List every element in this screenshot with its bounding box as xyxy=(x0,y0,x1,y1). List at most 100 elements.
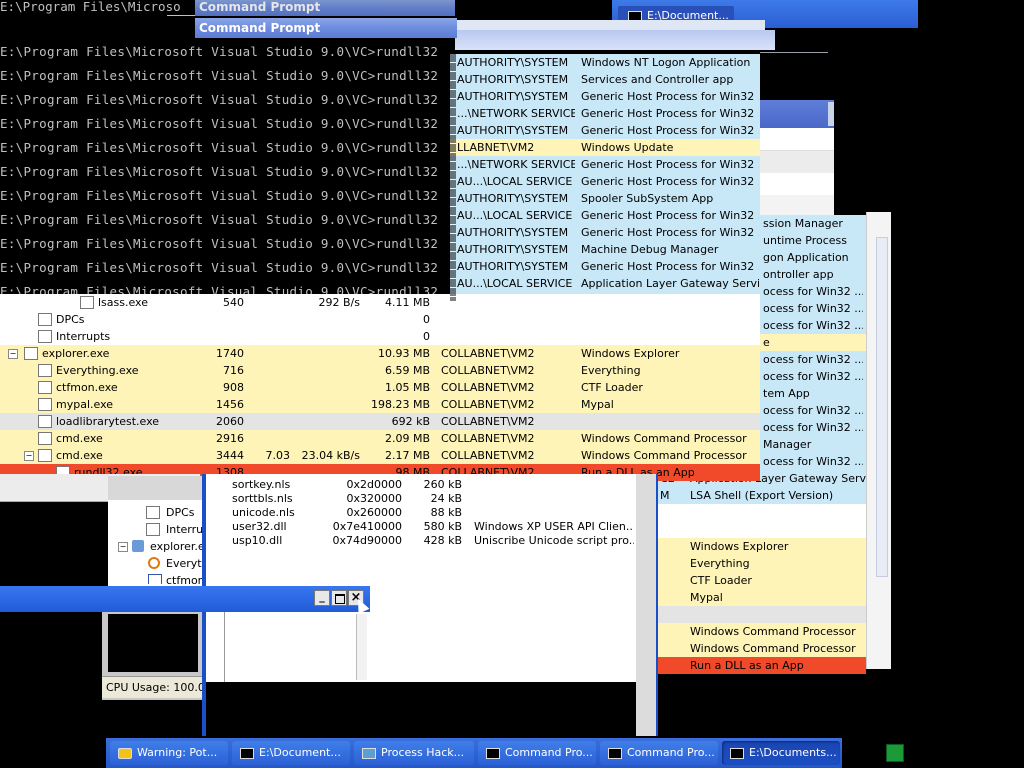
service-row[interactable]: e xyxy=(760,334,866,351)
service-row[interactable]: AUTHORITY\SYSTEM Generic Host Process for… xyxy=(450,122,760,139)
process-row[interactable]: Everything.exe 716 6.59 MB COLLABNET\VM2 Eve… xyxy=(0,362,760,379)
tree-item[interactable]: DPCs xyxy=(108,504,204,521)
process-row[interactable]: Everything xyxy=(658,555,866,572)
service-row[interactable]: AUTHORITY\SYSTEM Services and Controller … xyxy=(450,71,760,88)
process-row[interactable] xyxy=(658,521,866,538)
service-row[interactable]: ocess for Win32 ... xyxy=(760,300,866,317)
module-row[interactable]: usp10.dll 0x74d90000 428 kB Uniscribe Unico… xyxy=(206,534,636,548)
process-row[interactable]: DPCs 0 xyxy=(0,311,760,328)
taskbar-button[interactable]: Warning: Pot... xyxy=(110,741,228,765)
user-cell: ...\NETWORK SERVICE xyxy=(457,158,575,171)
module-row[interactable]: unicode.nls 0x260000 88 kB xyxy=(206,506,636,520)
process-row[interactable]: Windows Command Processor xyxy=(658,623,866,640)
process-row[interactable]: M LSA Shell (Export Version) xyxy=(658,487,866,504)
service-row[interactable]: ocess for Win32 ... xyxy=(760,419,866,436)
module-size: 580 kB xyxy=(423,520,462,533)
collapse-icon[interactable]: − xyxy=(8,349,18,359)
console-underline xyxy=(167,15,195,16)
service-row[interactable]: AUTHORITY\SYSTEM Spooler SubSystem App xyxy=(450,190,760,207)
process-row[interactable]: Run a DLL as an App xyxy=(658,657,866,674)
description-cell: gon Application xyxy=(763,251,849,264)
service-row[interactable]: LLABNET\VM2 Windows Update xyxy=(450,139,760,156)
process-row[interactable]: mypal.exe 1456 198.23 MB COLLABNET\VM2 Mypal xyxy=(0,396,760,413)
service-row[interactable]: ...\NETWORK SERVICE Generic Host Process … xyxy=(450,105,760,122)
service-row[interactable]: Manager xyxy=(760,436,866,453)
module-row[interactable]: sortkey.nls 0x2d0000 260 kB xyxy=(206,478,636,492)
back-window-scroll-button[interactable] xyxy=(828,102,834,126)
process-icon xyxy=(38,330,52,343)
tray-app-icon[interactable] xyxy=(886,744,904,762)
service-row[interactable]: AUTHORITY\SYSTEM Windows NT Logon Applica… xyxy=(450,54,760,71)
service-row[interactable]: ocess for Win32 ... xyxy=(760,453,866,470)
service-row[interactable]: ocess for Win32 ... xyxy=(760,317,866,334)
service-row[interactable]: gon Application xyxy=(760,249,866,266)
process-row[interactable]: cmd.exe 2916 2.09 MB COLLABNET\VM2 Windows C… xyxy=(0,430,760,447)
process-row[interactable] xyxy=(658,606,866,623)
minimize-button[interactable]: _ xyxy=(314,590,330,606)
service-row[interactable]: AU...\LOCAL SERVICE Generic Host Process … xyxy=(450,207,760,224)
process-row[interactable]: Windows Explorer xyxy=(658,538,866,555)
interrupts-icon xyxy=(146,523,160,536)
tree-item[interactable]: ctfmon xyxy=(108,572,204,584)
module-row[interactable]: user32.dll 0x7e410000 580 kB Windows XP USE… xyxy=(206,520,636,534)
description-cell: Spooler SubSystem App xyxy=(581,192,714,205)
process-row[interactable] xyxy=(658,504,866,521)
process-name: cmd.exe xyxy=(56,432,103,445)
console-title-ghost-top[interactable]: Command Prompt xyxy=(195,0,455,16)
tree-item[interactable]: Everyt xyxy=(108,555,204,572)
service-row[interactable]: AU...\LOCAL SERVICE Generic Host Process … xyxy=(450,173,760,190)
console-titlebar[interactable]: Command Prompt xyxy=(195,18,457,38)
process-row[interactable]: CTF Loader xyxy=(658,572,866,589)
right-scrollbar[interactable] xyxy=(876,237,888,577)
warning-icon xyxy=(118,747,132,759)
process-row[interactable]: ctfmon.exe 908 1.05 MB COLLABNET\VM2 CTF Loa… xyxy=(0,379,760,396)
process-row[interactable]: loadlibrarytest.exe 2060 692 kB COLLABNET\V… xyxy=(0,413,760,430)
dialog-scrollbar[interactable] xyxy=(356,614,367,680)
user-cell: COLLABNET\VM2 xyxy=(441,449,535,462)
pid-cell: 908 xyxy=(223,381,244,394)
pid-cell: 3444 xyxy=(216,449,244,462)
explorer-icon xyxy=(132,540,144,552)
module-name: user32.dll xyxy=(232,520,287,533)
user-cell: AUTHORITY\SYSTEM xyxy=(457,90,569,103)
user-cell: AUTHORITY\SYSTEM xyxy=(457,124,569,137)
service-row[interactable]: AUTHORITY\SYSTEM Generic Host Process for… xyxy=(450,258,760,275)
taskbar-button[interactable]: E:\Documents... xyxy=(722,741,840,765)
module-row[interactable]: sorttbls.nls 0x320000 24 kB xyxy=(206,492,636,506)
service-row[interactable]: ontroller app xyxy=(760,266,866,283)
service-row[interactable]: ssion Manager xyxy=(760,215,866,232)
user-cell: AUTHORITY\SYSTEM xyxy=(457,56,569,69)
service-row[interactable]: AUTHORITY\SYSTEM Generic Host Process for… xyxy=(450,88,760,105)
user-cell: COLLABNET\VM2 xyxy=(441,347,535,360)
service-row[interactable]: untime Process xyxy=(760,232,866,249)
collapse-icon[interactable]: − xyxy=(24,451,34,461)
taskbar-button[interactable]: Command Pro... xyxy=(600,741,718,765)
service-row[interactable]: ...\NETWORK SERVICE Generic Host Process … xyxy=(450,156,760,173)
memory-cell: 2.09 MB xyxy=(384,432,430,445)
taskbar-button[interactable]: E:\Document... xyxy=(232,741,350,765)
service-row[interactable]: AUTHORITY\SYSTEM Machine Debug Manager xyxy=(450,241,760,258)
description-cell: Generic Host Process for Win32 ... xyxy=(581,175,759,188)
collapse-icon[interactable]: − xyxy=(118,542,128,552)
service-row[interactable]: ocess for Win32 ... xyxy=(760,351,866,368)
service-row[interactable]: tem App xyxy=(760,385,866,402)
service-row[interactable]: ocess for Win32 ... xyxy=(760,283,866,300)
tree-item[interactable]: Interru xyxy=(108,521,204,538)
service-row[interactable]: AUTHORITY\SYSTEM Generic Host Process for… xyxy=(450,224,760,241)
description-cell: Windows Explorer xyxy=(690,540,789,553)
process-row[interactable]: − explorer.exe 1740 10.93 MB COLLABNET\VM2 Wi… xyxy=(0,345,760,362)
process-row[interactable]: Interrupts 0 xyxy=(0,328,760,345)
process-row[interactable]: Windows Command Processor xyxy=(658,640,866,657)
pid-cell: 716 xyxy=(223,364,244,377)
service-row[interactable]: AU...\LOCAL SERVICE Application Layer Gat… xyxy=(450,275,760,292)
process-row[interactable]: − cmd.exe 3444 7.03 23.04 kB/s 2.17 MB COLLABN… xyxy=(0,447,760,464)
tree-item[interactable]: − explorer.e xyxy=(108,538,204,555)
pid-cell: 1456 xyxy=(216,398,244,411)
process-row[interactable]: Mypal xyxy=(658,589,866,606)
process-row[interactable]: lsass.exe 540 292 B/s 4.11 MB xyxy=(0,294,760,311)
maximize-button[interactable] xyxy=(331,590,347,606)
taskbar-button[interactable]: Command Pro... xyxy=(478,741,596,765)
service-row[interactable]: ocess for Win32 ... xyxy=(760,368,866,385)
service-row[interactable]: ocess for Win32 ... xyxy=(760,402,866,419)
taskbar-button[interactable]: Process Hack... xyxy=(354,741,474,765)
